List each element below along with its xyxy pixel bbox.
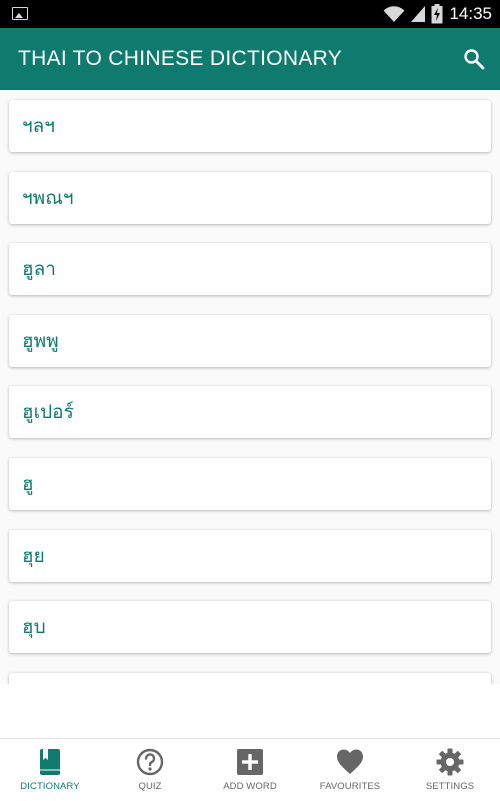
status-time: 14:35 bbox=[449, 4, 492, 23]
nav-label: FAVOURITES bbox=[319, 781, 381, 792]
question-icon bbox=[136, 748, 164, 776]
signal-icon bbox=[411, 6, 426, 22]
word-label: ฮู bbox=[22, 473, 34, 495]
list-item[interactable]: ฮูเปอร์ bbox=[9, 386, 491, 438]
nav-add-word[interactable]: ADD WORD bbox=[200, 739, 300, 801]
word-label: ฮูเปอร์ bbox=[22, 401, 74, 423]
picture-icon bbox=[12, 7, 28, 20]
word-label: ฯพณฯ bbox=[22, 187, 74, 209]
nav-dictionary[interactable]: DICTIONARY bbox=[0, 739, 100, 801]
list-item[interactable]: ฮู bbox=[9, 458, 491, 510]
wifi-icon bbox=[383, 6, 405, 22]
nav-label: SETTINGS bbox=[425, 781, 475, 792]
book-icon bbox=[40, 749, 60, 775]
nav-settings[interactable]: SETTINGS bbox=[400, 739, 500, 801]
list-item[interactable]: ฮูลา bbox=[9, 243, 491, 295]
list-item[interactable]: ฯลฯ bbox=[9, 100, 491, 152]
word-label: ฮูพพู bbox=[22, 330, 59, 352]
app-title: THAI TO CHINESE DICTIONARY bbox=[18, 47, 343, 70]
status-bar: 14:35 bbox=[0, 0, 500, 28]
list-item[interactable]: ฮุบ bbox=[9, 601, 491, 653]
list-item[interactable]: ฯพณฯ bbox=[9, 172, 491, 224]
search-icon bbox=[464, 49, 485, 70]
word-label: ฮุบ bbox=[22, 616, 46, 638]
nav-favourites[interactable]: FAVOURITES bbox=[300, 739, 400, 801]
nav-label: ADD WORD bbox=[223, 781, 277, 792]
search-button[interactable] bbox=[462, 47, 486, 71]
list-item[interactable] bbox=[9, 673, 491, 684]
nav-quiz[interactable]: QUIZ bbox=[100, 739, 200, 801]
add-icon bbox=[237, 749, 263, 775]
status-right: 14:35 bbox=[383, 0, 492, 28]
bottom-navigation: DICTIONARY QUIZ ADD WORD FAVOURITES SETT… bbox=[0, 738, 500, 800]
word-label: ฮูลา bbox=[22, 258, 56, 280]
word-label: ฮุย bbox=[22, 545, 45, 567]
list-item[interactable]: ฮูพพู bbox=[9, 315, 491, 367]
battery-charging-icon bbox=[431, 4, 443, 24]
word-label: ฯลฯ bbox=[22, 115, 55, 137]
list-item[interactable]: ฮุย bbox=[9, 530, 491, 582]
nav-label: QUIZ bbox=[138, 781, 162, 792]
heart-icon bbox=[337, 749, 363, 774]
nav-label: DICTIONARY bbox=[20, 781, 80, 792]
word-list[interactable]: ฯลฯ ฯพณฯ ฮูลา ฮูพพู ฮูเปอร์ ฮู ฮุย ฮุบ bbox=[0, 90, 500, 684]
gear-icon bbox=[436, 748, 464, 776]
app-bar: THAI TO CHINESE DICTIONARY bbox=[0, 28, 500, 90]
